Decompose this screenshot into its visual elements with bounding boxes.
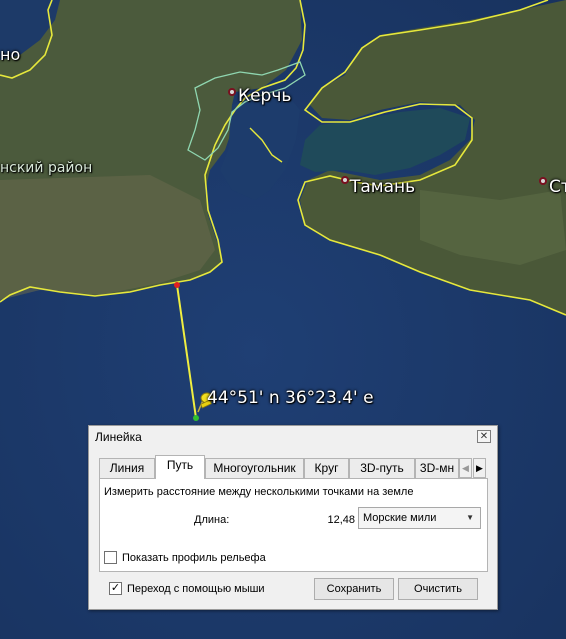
tab-bar: Линия Путь Многоугольник Круг 3D-путь 3D… bbox=[99, 455, 489, 479]
dialog-title: Линейка bbox=[95, 430, 142, 444]
tab-circle[interactable]: Круг bbox=[304, 458, 349, 478]
tab-path-label: Путь bbox=[166, 458, 194, 472]
tab-panel: Измерить расстояние между несколькими то… bbox=[99, 478, 488, 572]
tab-3d-polygon[interactable]: 3D-мн bbox=[415, 458, 459, 478]
length-label: Длина: bbox=[194, 514, 230, 526]
kerch-city-dot[interactable] bbox=[228, 88, 236, 96]
tab-scroll-left-icon[interactable]: ◀ bbox=[459, 458, 472, 478]
ruler-start-point[interactable] bbox=[174, 282, 180, 288]
placemark-coordinates[interactable]: 44°51' n 36°23.4' e bbox=[207, 388, 374, 408]
terrain-profile-option[interactable]: Показать профиль рельефа bbox=[104, 551, 266, 564]
ruler-dialog: Линейка ✕ Линия Путь Многоугольник Круг … bbox=[88, 425, 498, 610]
ruler-end-point[interactable] bbox=[193, 415, 199, 421]
length-value: 12,48 bbox=[327, 514, 355, 526]
map-label-left-edge: но bbox=[0, 45, 21, 64]
measure-description: Измерить расстояние между несколькими то… bbox=[104, 486, 414, 498]
save-button[interactable]: Сохранить bbox=[314, 578, 394, 600]
terrain-profile-label: Показать профиль рельефа bbox=[122, 551, 266, 564]
unit-select-value: Морские мили bbox=[363, 512, 437, 524]
chevron-down-icon: ▼ bbox=[466, 513, 474, 522]
taman-city-dot[interactable] bbox=[341, 176, 349, 184]
unit-select[interactable]: Морские мили ▼ bbox=[358, 507, 481, 529]
dialog-titlebar[interactable]: Линейка ✕ bbox=[89, 426, 497, 448]
map-label-taman[interactable]: Тамань bbox=[350, 177, 415, 197]
tab-3d-polygon-label: 3D-мн bbox=[419, 461, 455, 475]
mouse-navigation-label: Переход с помощью мыши bbox=[127, 582, 265, 595]
map-label-kerch[interactable]: Керчь bbox=[238, 86, 291, 106]
map-label-right-edge[interactable]: Ст bbox=[549, 177, 566, 197]
tab-polygon[interactable]: Многоугольник bbox=[205, 458, 304, 478]
tab-3d-path-label: 3D-путь bbox=[360, 461, 404, 475]
mouse-navigation-checkbox[interactable]: ✓ bbox=[109, 582, 122, 595]
close-icon[interactable]: ✕ bbox=[477, 430, 491, 443]
tab-3d-path[interactable]: 3D-путь bbox=[349, 458, 415, 478]
tab-scroll-right-icon[interactable]: ▶ bbox=[473, 458, 486, 478]
map-label-district: нский район bbox=[0, 160, 93, 176]
clear-button[interactable]: Очистить bbox=[398, 578, 478, 600]
right-city-dot[interactable] bbox=[539, 177, 547, 185]
mouse-navigation-option[interactable]: ✓ Переход с помощью мыши bbox=[109, 582, 265, 595]
tab-line-label: Линия bbox=[109, 461, 145, 475]
tab-line[interactable]: Линия bbox=[99, 458, 155, 478]
tab-circle-label: Круг bbox=[314, 461, 339, 475]
tab-path[interactable]: Путь bbox=[155, 455, 205, 479]
tab-polygon-label: Многоугольник bbox=[213, 461, 296, 475]
terrain-profile-checkbox[interactable] bbox=[104, 551, 117, 564]
